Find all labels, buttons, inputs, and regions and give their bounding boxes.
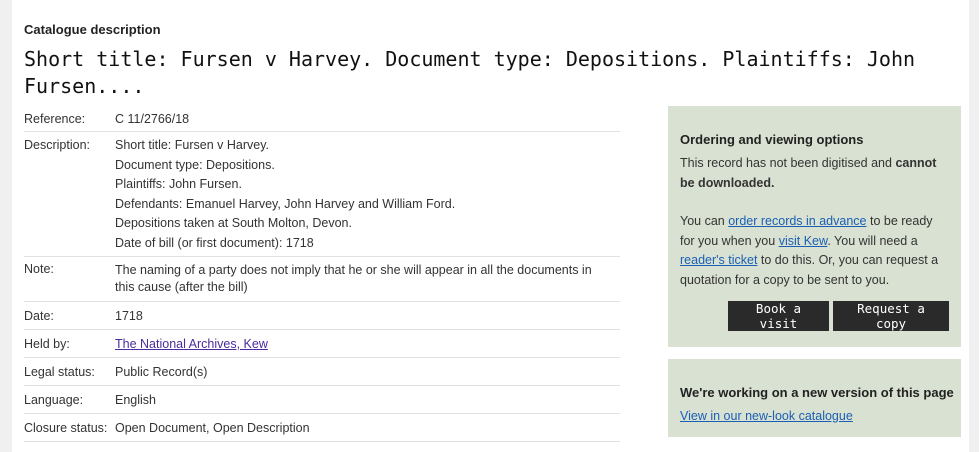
reference-value: C 11/2766/18 xyxy=(115,112,190,126)
page-content: Catalogue description Short title: Furse… xyxy=(12,0,969,452)
row-closure-status: Closure status: Open Document, Open Desc… xyxy=(24,414,620,442)
date-value: 1718 xyxy=(115,309,143,323)
description-line: Date of bill (or first document): 1718 xyxy=(115,235,314,250)
request-a-copy-button[interactable]: Request a copy xyxy=(833,301,949,331)
digitised-notice: This record has not been digitised and c… xyxy=(680,156,937,190)
legal-status-label: Legal status: xyxy=(24,365,95,379)
description-label: Description: xyxy=(24,138,90,152)
held-by-label: Held by: xyxy=(24,337,70,351)
section-label: Catalogue description xyxy=(24,22,161,37)
row-description: Description: Short title: Fursen v Harve… xyxy=(24,132,620,257)
closure-status-label: Closure status: xyxy=(24,421,108,435)
note-line: The naming of a party does not imply tha… xyxy=(115,263,592,277)
new-version-panel: We're working on a new version of this p… xyxy=(668,359,961,437)
description-line: Short title: Fursen v Harvey. xyxy=(115,138,269,152)
ordering-panel: Ordering and viewing options This record… xyxy=(668,106,961,347)
readers-ticket-link[interactable]: reader's ticket xyxy=(680,253,757,267)
description-line: Defendants: Emanuel Harvey, John Harvey … xyxy=(115,196,456,211)
closure-status-value: Open Document, Open Description xyxy=(115,421,310,435)
held-by-link[interactable]: The National Archives, Kew xyxy=(115,337,268,351)
book-a-visit-button[interactable]: Book a visit xyxy=(728,301,829,331)
page-title: Short title: Fursen v Harvey. Document t… xyxy=(24,47,916,98)
row-language: Language: English xyxy=(24,386,620,414)
date-label: Date: xyxy=(24,309,54,323)
language-value: English xyxy=(115,393,156,407)
description-line: Depositions taken at South Molton, Devon… xyxy=(115,216,352,230)
note-value: The naming of a party does not imply tha… xyxy=(115,262,620,296)
description-line: Document type: Depositions. xyxy=(115,157,275,172)
visit-kew-link[interactable]: visit Kew xyxy=(779,234,828,248)
note-line: this cause (after the bill) xyxy=(115,280,248,294)
description-value: Short title: Fursen v Harvey. Document t… xyxy=(115,136,620,253)
new-version-heading: We're working on a new version of this p… xyxy=(680,385,954,400)
legal-status-value: Public Record(s) xyxy=(115,365,208,379)
row-date: Date: 1718 xyxy=(24,302,620,330)
new-look-catalogue-link[interactable]: View in our new-look catalogue xyxy=(680,409,853,423)
row-note: Note: The naming of a party does not imp… xyxy=(24,257,620,302)
ordering-text: You can order records in advance to be r… xyxy=(680,214,939,287)
order-in-advance-link[interactable]: order records in advance xyxy=(728,214,866,228)
details-table: Reference: C 11/2766/18 Description: Sho… xyxy=(24,106,620,442)
row-legal-status: Legal status: Public Record(s) xyxy=(24,358,620,386)
note-label: Note: xyxy=(24,262,54,276)
reference-label: Reference: xyxy=(24,112,86,126)
row-held-by: Held by: The National Archives, Kew xyxy=(24,330,620,358)
ordering-heading: Ordering and viewing options xyxy=(680,132,864,147)
language-label: Language: xyxy=(24,393,84,407)
description-line: Plaintiffs: John Fursen. xyxy=(115,177,242,191)
row-reference: Reference: C 11/2766/18 xyxy=(24,106,620,132)
